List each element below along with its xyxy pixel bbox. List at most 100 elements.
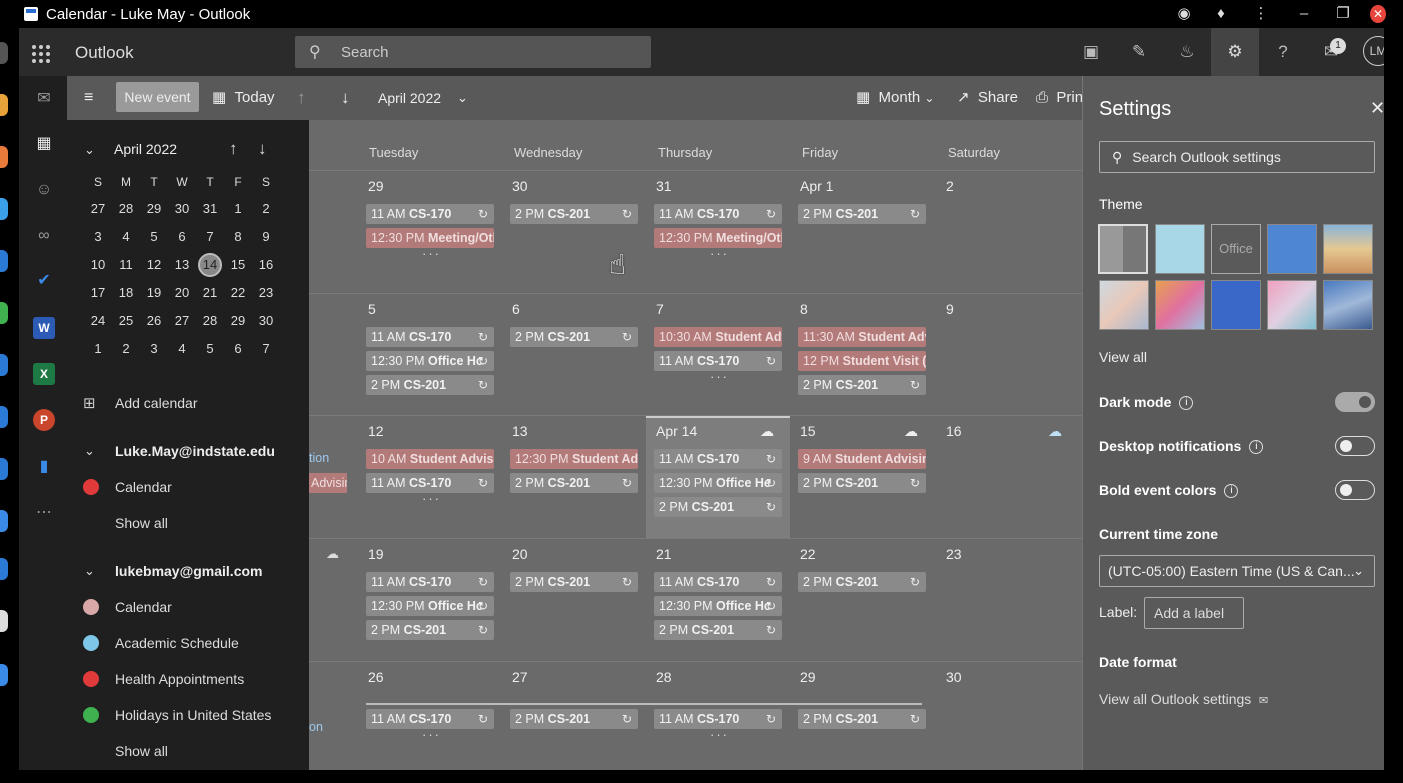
- calendar-color-check[interactable]: [83, 479, 99, 495]
- info-icon[interactable]: i: [1179, 396, 1194, 411]
- today-button[interactable]: ▦ Today: [212, 84, 275, 112]
- dock-app-icon[interactable]: [0, 664, 8, 686]
- partial-event[interactable]: tion: [309, 451, 329, 465]
- close-window-icon[interactable]: ✕: [1370, 5, 1386, 23]
- help-icon[interactable]: ?: [1271, 40, 1295, 64]
- tracking-off-icon[interactable]: ◉: [1174, 4, 1194, 24]
- mini-calendar-day[interactable]: 20: [170, 281, 194, 305]
- close-icon[interactable]: ✕: [1370, 98, 1385, 119]
- day-number[interactable]: 7: [656, 301, 664, 317]
- mini-calendar-day[interactable]: 1: [226, 197, 250, 221]
- mini-calendar-day[interactable]: 14: [198, 253, 222, 277]
- more-menu-icon[interactable]: ⋮: [1251, 4, 1271, 24]
- calendar-event[interactable]: 12:30 PM Student Adv: [510, 449, 638, 469]
- mini-calendar-day[interactable]: 16: [254, 253, 278, 277]
- dock-app-icon[interactable]: [0, 42, 8, 64]
- calendar-event[interactable]: 12:30 PM Office Hc ↻: [366, 596, 494, 616]
- dock-app-icon[interactable]: [0, 302, 8, 324]
- calendar-event[interactable]: 11 AM CS-170 ↻: [654, 204, 782, 224]
- calendar-event[interactable]: 2 PM CS-201 ↻: [366, 620, 494, 640]
- print-button[interactable]: ⎙ Print: [1036, 84, 1082, 112]
- calendar-event[interactable]: 11:30 AM Student Adv: [798, 327, 926, 347]
- teams-icon[interactable]: ▣: [1079, 40, 1103, 64]
- calendar-event[interactable]: 12:30 PM Office He ↻: [654, 473, 782, 493]
- day-number[interactable]: 12: [368, 423, 384, 439]
- theme-swatch[interactable]: [1267, 280, 1317, 330]
- calendar-event[interactable]: 2 PM CS-201 ↻: [510, 327, 638, 347]
- dock-app-icon[interactable]: [0, 250, 8, 272]
- calendar-event[interactable]: 11 AM CS-170 ↻: [366, 327, 494, 347]
- mini-calendar-day[interactable]: 28: [198, 309, 222, 333]
- day-number[interactable]: 30: [512, 178, 528, 194]
- bold-event-colors-toggle[interactable]: [1335, 480, 1375, 500]
- mail-icon[interactable]: ✉: [33, 88, 55, 110]
- calendar-item[interactable]: Health Appointments: [115, 671, 244, 687]
- app-launcher-icon[interactable]: [32, 45, 50, 63]
- calendar-event[interactable]: 2 PM CS-201 ↻: [510, 709, 638, 729]
- mini-calendar-day[interactable]: 6: [226, 337, 250, 361]
- mini-calendar-day[interactable]: 28: [114, 197, 138, 221]
- calendar-event[interactable]: 2 PM CS-201 ↻: [798, 473, 926, 493]
- view-switcher[interactable]: ▦ Month ⌄: [856, 84, 934, 112]
- calendar-event[interactable]: 11 AM CS-170 ↻: [654, 709, 782, 729]
- mini-calendar-day[interactable]: 7: [198, 225, 222, 249]
- calendar-color-check[interactable]: [83, 671, 99, 687]
- dark-mode-toggle[interactable]: [1335, 392, 1375, 412]
- chevron-down-icon[interactable]: ⌄: [84, 563, 95, 579]
- calendar-event[interactable]: 2 PM CS-201 ↻: [798, 709, 926, 729]
- dock-app-icon[interactable]: [0, 558, 8, 580]
- mini-calendar-day[interactable]: 31: [198, 197, 222, 221]
- calendar-event[interactable]: 2 PM CS-201 ↻: [798, 375, 926, 395]
- day-number[interactable]: 15: [800, 423, 816, 439]
- chevron-down-icon[interactable]: ⌄: [84, 142, 95, 158]
- hamburger-icon[interactable]: ≡: [84, 84, 93, 112]
- day-number[interactable]: 20: [512, 546, 528, 562]
- theme-swatch-selected[interactable]: [1098, 224, 1148, 274]
- mini-calendar-day[interactable]: 27: [86, 197, 110, 221]
- mini-calendar-day[interactable]: 30: [254, 309, 278, 333]
- theme-swatch[interactable]: [1323, 224, 1373, 274]
- dock-app-icon[interactable]: [0, 94, 8, 116]
- calendar-icon[interactable]: ▦: [33, 133, 55, 155]
- day-number[interactable]: 28: [656, 669, 672, 685]
- more-events-button[interactable]: ···: [422, 727, 441, 742]
- calendar-event[interactable]: 9 AM Student Advising: [798, 449, 926, 469]
- calendar-color-check[interactable]: [83, 599, 99, 615]
- calendar-event[interactable]: 11 AM CS-170 ↻: [366, 204, 494, 224]
- mini-calendar-day[interactable]: 1: [86, 337, 110, 361]
- dock-app-icon[interactable]: [0, 406, 8, 428]
- partial-event[interactable]: on: [309, 720, 323, 734]
- calendar-event[interactable]: 2 PM CS-201 ↻: [510, 473, 638, 493]
- calendar-event[interactable]: 11 AM CS-170 ↻: [654, 449, 782, 469]
- info-icon[interactable]: i: [1249, 440, 1264, 455]
- theme-swatch[interactable]: [1099, 280, 1149, 330]
- mini-calendar-day[interactable]: 11: [114, 253, 138, 277]
- paperclip-icon[interactable]: ∞: [33, 225, 55, 247]
- theme-swatch[interactable]: [1267, 224, 1317, 274]
- mini-calendar-day[interactable]: 15: [226, 253, 250, 277]
- mini-calendar-day[interactable]: 17: [86, 281, 110, 305]
- calendar-event[interactable]: 12:30 PM Office Hc ↻: [366, 351, 494, 371]
- calendar-event[interactable]: 10 AM Student Advisir: [366, 449, 494, 469]
- day-number[interactable]: 22: [800, 546, 816, 562]
- more-events-button[interactable]: ···: [710, 246, 729, 261]
- powerpoint-icon[interactable]: P: [33, 409, 55, 431]
- calendar-event[interactable]: 2 PM CS-201 ↻: [510, 572, 638, 592]
- day-number[interactable]: 19: [368, 546, 384, 562]
- day-number[interactable]: 5: [368, 301, 376, 317]
- theme-swatch[interactable]: [1323, 280, 1373, 330]
- mini-calendar-day[interactable]: 4: [170, 337, 194, 361]
- day-number[interactable]: 27: [512, 669, 528, 685]
- day-number[interactable]: 29: [800, 669, 816, 685]
- calendar-event[interactable]: 12:30 PM Office Hc ↻: [654, 596, 782, 616]
- previous-arrow-icon[interactable]: ↑: [297, 84, 306, 112]
- more-events-button[interactable]: ···: [710, 369, 729, 384]
- mini-calendar-day[interactable]: 27: [170, 309, 194, 333]
- mini-prev-arrow-icon[interactable]: ↑: [229, 139, 238, 159]
- day-number[interactable]: 2: [946, 178, 954, 194]
- day-number[interactable]: 29: [368, 178, 384, 194]
- account-label[interactable]: Luke.May@indstate.edu: [115, 443, 275, 459]
- day-number[interactable]: 21: [656, 546, 672, 562]
- excel-icon[interactable]: X: [33, 363, 55, 385]
- calendar-color-check[interactable]: [83, 707, 99, 723]
